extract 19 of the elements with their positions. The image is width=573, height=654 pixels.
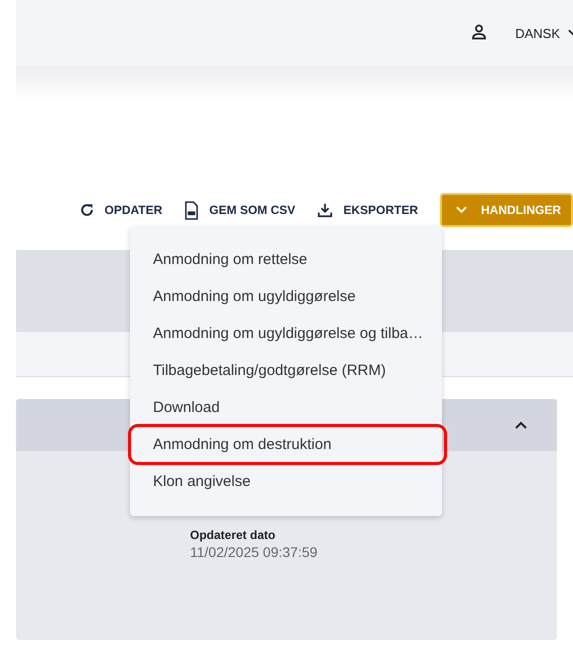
menu-item[interactable]: Tilbagebetaling/godtgørelse (RRM) — [130, 352, 442, 389]
menu-item[interactable]: Klon angivelse — [130, 463, 442, 500]
collapse-chevron-icon[interactable] — [515, 421, 527, 429]
download-icon — [317, 202, 334, 218]
csv-button[interactable]: GEM SOM CSV — [184, 200, 296, 220]
field-label: Opdateret dato — [190, 528, 276, 542]
menu-item[interactable]: Anmodning om ugyldiggørelse — [130, 278, 442, 315]
user-icon[interactable] — [471, 24, 488, 40]
language-dropdown[interactable]: DANSK — [515, 26, 573, 40]
menu-item[interactable]: Anmodning om destruktion — [130, 426, 445, 463]
file-icon — [184, 200, 200, 220]
refresh-button[interactable]: OPDATER — [78, 202, 162, 218]
menu-item[interactable]: Download — [130, 389, 442, 426]
export-button[interactable]: EKSPORTER — [317, 202, 418, 218]
field-value: 11/02/2025 09:37:59 — [190, 544, 318, 560]
menu-item[interactable]: Anmodning om rettelse — [130, 241, 442, 278]
caret-icon — [456, 206, 467, 214]
menu-item[interactable]: Anmodning om ugyldiggørelse og tilba… — [130, 315, 442, 352]
refresh-icon — [78, 202, 95, 218]
